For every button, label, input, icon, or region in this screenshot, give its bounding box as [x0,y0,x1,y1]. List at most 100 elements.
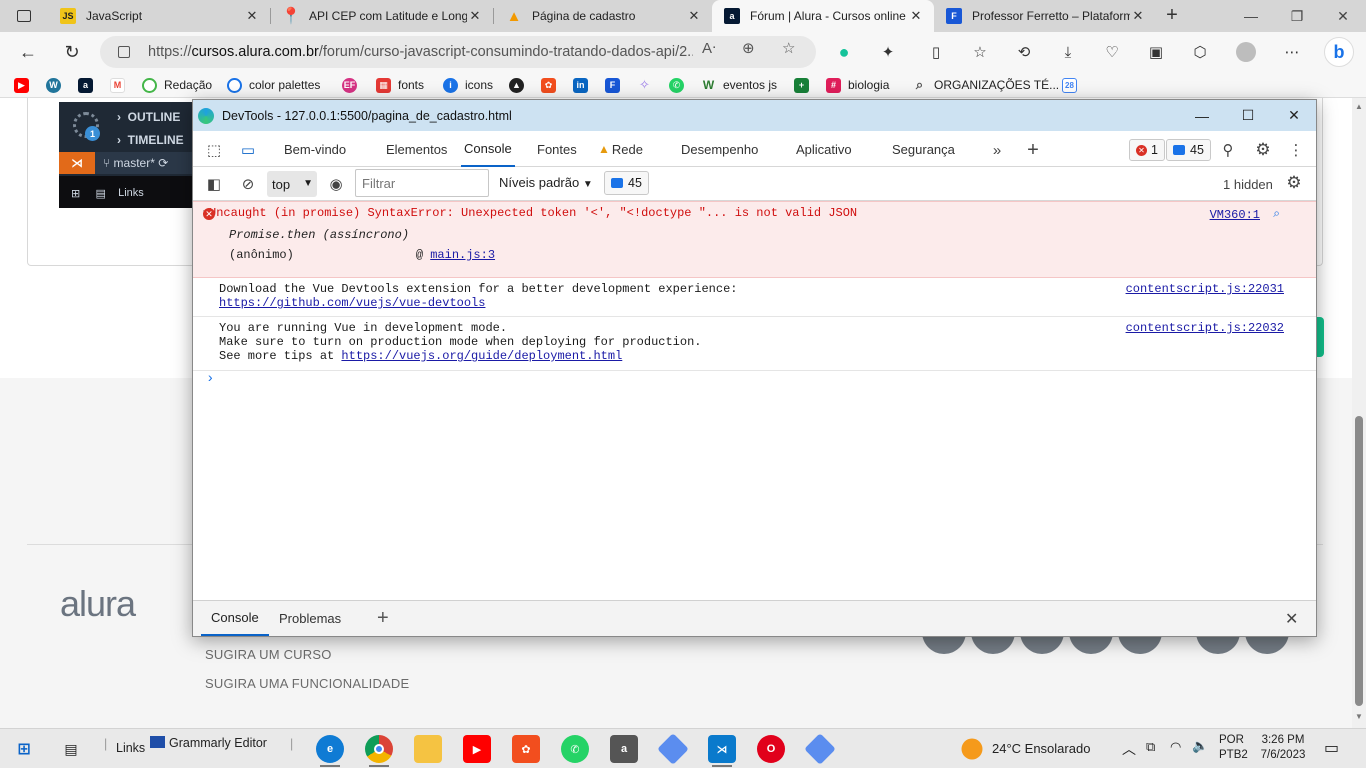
tab-bem-vindo[interactable]: Bem-vindo [284,131,346,167]
vue-deployment-link[interactable]: https://vuejs.org/guide/deployment.html [341,349,622,363]
settings-gear-icon[interactable]: ⚙ [1252,139,1274,161]
more-menu-icon[interactable]: ⋯ [1280,40,1304,64]
whatsapp-taskbar-icon[interactable]: ✆ [561,735,589,763]
scroll-up-icon[interactable]: ▲ [1355,102,1363,111]
devtools-minimize-button[interactable]: — [1179,100,1225,131]
drawer-add-plus-icon[interactable]: + [377,601,389,636]
bookmark-whatsapp[interactable]: ✆ [669,76,691,94]
drawer-tab-problemas[interactable]: Problemas [279,601,341,636]
favorite-star-icon[interactable]: ☆ [782,39,795,57]
main-js-link[interactable]: main.js:3 [430,248,495,262]
language-indicator[interactable]: POR PTB2 [1219,733,1248,763]
opera-taskbar-icon[interactable]: O [757,735,785,763]
tab-console[interactable]: Console [461,131,515,167]
clear-console-icon[interactable]: ⊘ [237,173,259,195]
devtools-close-button[interactable]: ✕ [1271,100,1317,131]
bookmark-figma[interactable]: ✿ [541,76,563,94]
chrome-taskbar-icon[interactable] [365,735,393,763]
clock[interactable]: 3:26 PM 7/6/2023 [1256,733,1310,763]
minimize-button[interactable]: — [1228,0,1274,32]
page-scrollbar[interactable]: ▲ ▼ [1352,98,1366,728]
console-settings-gear-icon[interactable]: ⚙ [1283,172,1305,194]
hidden-count[interactable]: 1 hidden [1223,177,1273,192]
bookmark-linkedin[interactable]: in [573,76,595,94]
figma-taskbar-icon[interactable]: ✿ [512,735,540,763]
sidebar-toggle-icon[interactable]: ◧ [203,173,225,195]
tab-fontes[interactable]: Fontes [537,131,577,167]
bookmark-alura[interactable]: a [78,76,100,94]
youtube-taskbar-icon[interactable]: ▶ [463,735,491,763]
read-aloud-icon[interactable]: Aᐧ [702,39,716,57]
restore-button[interactable]: ❐ [1274,0,1320,32]
back-button[interactable]: ← [14,38,42,66]
volume-icon[interactable]: 🔈 [1192,738,1208,754]
tab-actions-icon[interactable] [8,6,40,26]
close-window-button[interactable]: ✕ [1320,0,1366,32]
close-tab-icon[interactable]: ✕ [467,8,483,24]
profile-avatar-icon[interactable] [1234,40,1258,64]
close-tab-icon[interactable]: ✕ [686,8,702,24]
grammarly-icon[interactable]: ● [832,40,856,64]
zoom-icon[interactable]: ⊕ [742,39,755,57]
tab-api-cep[interactable]: 📍 API CEP com Latitude e Longi ✕ [271,0,493,32]
live-expression-eye-icon[interactable]: ◉ [325,173,347,195]
add-tab-plus-icon[interactable]: + [1022,139,1044,161]
refresh-button[interactable]: ↻ [58,38,86,66]
close-tab-icon[interactable]: ✕ [244,8,260,24]
tab-aplicativo[interactable]: Aplicativo [796,131,852,167]
bookmark-sheets[interactable]: + [794,76,816,94]
toolbar-message-counter[interactable]: 45 [604,171,649,195]
customize-icon[interactable]: ⚲ [1217,139,1239,161]
split-screen-icon[interactable]: ▯ [924,40,948,64]
bing-copilot-icon[interactable]: b [1324,37,1354,67]
device-emulation-icon[interactable]: ▭ [237,139,259,161]
bookmark-wordpress[interactable]: W [46,76,68,94]
drawer-tab-console[interactable]: Console [201,601,269,636]
bookmark-icons[interactable]: i icons [443,76,493,94]
close-tab-icon[interactable]: ✕ [1130,8,1146,24]
close-tab-icon[interactable]: ✕ [908,8,924,24]
bookmark-ferretto[interactable]: F [605,76,627,94]
wifi-icon[interactable]: ◠ [1170,739,1181,755]
extensions-icon[interactable]: ✦ [876,40,900,64]
show-hidden-icons-chevron-icon[interactable]: ︿ [1122,739,1136,759]
bookmark-biologia[interactable]: # biologia [826,76,889,94]
bookmark-youtube[interactable]: ▶ [14,76,36,94]
links-toolbar[interactable]: Links [116,741,145,755]
console-prompt-icon[interactable]: › [206,371,214,387]
bookmark-ef[interactable]: EF [342,76,364,94]
footer-link-sugira-curso[interactable]: SUGIRA UM CURSO [205,647,332,662]
bookmark-calendar[interactable]: 28 [1062,76,1084,94]
tab-forum-alura[interactable]: a Fórum | Alura - Cursos online ✕ [712,0,934,32]
grammarly-editor-toolbar[interactable]: Grammarly Editor [150,736,267,750]
edge-taskbar-icon[interactable]: e [316,735,344,763]
filter-input[interactable] [355,169,489,197]
bookmark-9[interactable]: ▲ [509,76,531,94]
task-view-icon[interactable]: ▤ [57,735,85,763]
message-counter[interactable]: 45 [1166,139,1211,161]
notifications-icon[interactable]: ▭ [1324,738,1339,758]
more-tabs-chevron-icon[interactable]: » [986,139,1008,161]
tab-elementos[interactable]: Elementos [386,131,447,167]
amazon-taskbar-icon[interactable]: a [610,735,638,763]
windows-start-icon[interactable]: ⊞ [10,735,38,763]
bookmark-color-palettes[interactable]: color palettes [227,76,320,94]
scroll-down-icon[interactable]: ▼ [1355,712,1363,721]
context-select[interactable]: top ▼ [267,171,317,197]
bookmark-eventos-js[interactable]: Weventos js [701,76,777,94]
tab-professor-ferretto[interactable]: F Professor Ferretto – Plataform ✕ [934,0,1156,32]
new-tab-button[interactable]: + [1160,4,1184,28]
tab-pagina-cadastro[interactable]: ▲ Página de cadastro ✕ [494,0,712,32]
weather-text[interactable]: 24°C Ensolarado [992,741,1090,756]
inspect-element-icon[interactable]: ⬚ [203,139,225,161]
web-capture-icon[interactable]: ▣ [1144,40,1168,64]
devtools-maximize-button[interactable]: ☐ [1225,100,1271,131]
scrollbar-thumb[interactable] [1355,416,1363,706]
bookmark-redacao[interactable]: Redação [142,76,212,94]
history-icon[interactable]: ⟲ [1012,40,1036,64]
source-link[interactable]: contentscript.js:22032 [1126,321,1284,335]
tab-javascript[interactable]: JS JavaScript ✕ [48,0,270,32]
browser-essentials-icon[interactable]: ⬡ [1188,40,1212,64]
drawer-close-icon[interactable]: ✕ [1285,601,1298,636]
bookmark-sparkle[interactable]: ✧ [637,76,659,94]
